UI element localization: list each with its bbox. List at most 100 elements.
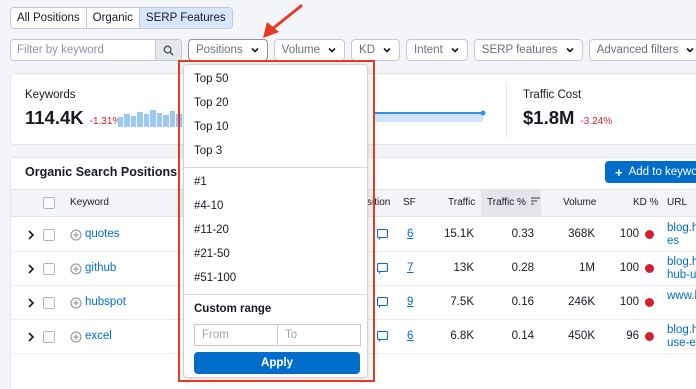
kd-difficulty-dot [645,264,654,273]
url-link[interactable]: blog.h hub-u [667,256,696,282]
col-kd[interactable]: KD % [633,190,659,216]
traffic-pct-value: 0.28 [511,262,534,274]
plus-icon: + [615,164,623,180]
col-url[interactable]: URL [667,190,687,216]
serp-feature-icon [377,263,388,274]
volume-value: 1M [579,262,595,274]
expand-row-icon[interactable] [27,298,35,308]
positions-filter-label: Positions [196,44,243,56]
keyword-link[interactable]: github [85,262,116,274]
advanced-filters-label: Advanced filters [596,44,679,56]
add-keyword-icon[interactable] [70,331,82,343]
serp-feature-icon [377,331,388,342]
row-checkbox[interactable] [43,297,55,309]
tab-all-positions[interactable]: All Positions [11,8,87,28]
keyword-filter [10,39,182,61]
add-keyword-icon[interactable] [70,229,82,241]
url-line-1: blog.h [667,222,696,234]
row-checkbox[interactable] [43,229,55,241]
tab-organic[interactable]: Organic [87,8,140,28]
sf-count[interactable]: 6 [407,228,413,240]
intent-filter-label: Intent [414,44,443,56]
trend-bar [124,114,130,127]
serp-feature-icon [377,229,388,240]
chevron-down-icon [383,47,391,53]
row-checkbox[interactable] [43,331,55,343]
search-icon [163,45,174,56]
traffic-value: 15.1K [443,228,474,240]
card-title: Organic Search Positions [25,165,178,179]
add-keyword-icon[interactable] [70,297,82,309]
trend-bar [118,117,124,127]
url-link[interactable]: blog.huse-ex [667,324,696,350]
row-checkbox[interactable] [43,263,55,275]
url-line-1: blog.h [667,324,696,336]
kd-value: 100 [619,262,639,274]
chevron-down-icon [328,47,336,53]
keyword-link[interactable]: hubspot [85,296,126,308]
search-button[interactable] [155,40,181,60]
traffic-pct-value: 0.16 [511,296,534,308]
trend-bar [169,110,176,127]
sf-count[interactable]: 9 [407,296,413,308]
trend-bar [156,112,163,127]
traffic-pct-value: 0.14 [511,330,534,342]
col-volume[interactable]: Volume [563,190,596,216]
traffic-pct-value: 0.33 [511,228,534,240]
url-link[interactable]: www.l [667,290,696,303]
annotation-arrow [263,4,303,38]
keywords-value: 114.4K [25,107,84,128]
serp-feature-icon [377,297,388,308]
col-sf[interactable]: SF [403,190,416,216]
kd-difficulty-dot [645,332,654,341]
chevron-down-icon [451,47,459,53]
expand-row-icon[interactable] [27,332,35,342]
url-line-2: hub-u [667,269,696,281]
traffic-trend-line [373,110,486,122]
keyword-filter-input[interactable] [11,40,155,60]
volume-value: 246K [568,296,595,308]
positions-filter[interactable]: Positions [188,39,268,61]
filter-bar: Positions Volume KD Intent SERP features… [10,39,696,61]
keyword-link[interactable]: excel [85,330,112,342]
chevron-down-icon [566,47,574,53]
kd-filter[interactable]: KD [351,39,401,61]
tab-serp-features[interactable]: SERP Features [139,8,232,28]
volume-filter[interactable]: Volume [273,39,346,61]
add-to-keyword-button[interactable]: + Add to keyword [605,161,696,183]
expand-row-icon[interactable] [27,230,35,240]
sf-count[interactable]: 7 [407,262,413,274]
col-keyword[interactable]: Keyword [70,190,109,216]
sf-count[interactable]: 6 [407,330,413,342]
volume-value: 368K [568,228,595,240]
col-traffic-pct-label: Traffic % [487,197,526,208]
trend-bar [143,113,150,127]
advanced-filters[interactable]: Advanced filters [588,39,696,61]
serp-features-filter[interactable]: SERP features [473,39,583,61]
trend-bar [130,116,137,127]
expand-row-icon[interactable] [27,264,35,274]
volume-filter-label: Volume [281,44,321,56]
kd-value: 96 [626,330,639,342]
url-link[interactable]: blog.h es [667,222,696,248]
kd-difficulty-dot [645,298,654,307]
col-traffic-pct[interactable]: Traffic % [481,190,541,216]
url-line-1: www.l [667,290,696,302]
select-all-checkbox[interactable] [43,197,55,209]
intent-filter[interactable]: Intent [406,39,468,61]
keywords-label: Keywords [25,89,76,101]
traffic-value: 13K [453,262,474,274]
col-traffic[interactable]: Traffic [448,190,475,216]
chevron-down-icon [251,47,259,53]
add-keyword-icon[interactable] [70,263,82,275]
trend-bar [163,115,169,127]
trend-bar [137,111,143,127]
traffic-cost-value: $1.8M [523,107,575,128]
keywords-delta: -1.31% [89,116,122,127]
traffic-value: 6.8K [450,330,474,342]
keyword-link[interactable]: quotes [85,228,120,240]
annotation-highlight-box [178,60,375,382]
kd-value: 100 [619,296,639,308]
kd-difficulty-dot [645,230,654,239]
kd-filter-label: KD [359,44,376,56]
